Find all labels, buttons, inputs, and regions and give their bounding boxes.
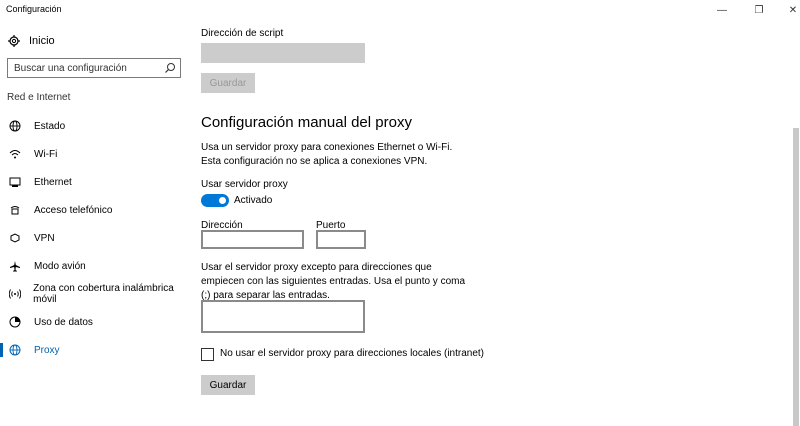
scrollbar[interactable] (792, 20, 800, 426)
sidebar-item-label: Modo avión (34, 260, 86, 272)
sidebar-item-proxy[interactable]: Proxy (0, 336, 190, 364)
sidebar-item-label: Ethernet (34, 176, 72, 188)
use-proxy-toggle[interactable] (201, 194, 229, 207)
close-button[interactable]: ✕ (776, 0, 800, 20)
minimize-icon: — (717, 4, 727, 16)
hotspot-icon (8, 287, 21, 301)
sidebar-item-label: Zona con cobertura inalámbrica móvil (33, 283, 174, 305)
gear-icon (8, 35, 20, 47)
maximize-icon: ❐ (754, 4, 764, 16)
window-title: Configuración (6, 4, 62, 14)
sidebar-item-ethernet[interactable]: Ethernet (0, 168, 190, 196)
nav-list: Estado Wi-Fi Ethernet Acceso telefónico … (0, 112, 190, 364)
sidebar-item-label: Uso de datos (34, 316, 93, 328)
sidebar-item-uso-datos[interactable]: Uso de datos (0, 308, 190, 336)
sidebar-item-wifi[interactable]: Wi-Fi (0, 140, 190, 168)
save-button[interactable]: Guardar (201, 375, 255, 395)
minimize-button[interactable]: — (705, 0, 739, 20)
sidebar-item-label: Estado (34, 120, 66, 132)
wifi-icon (8, 147, 22, 161)
search-input[interactable]: Buscar una configuración (7, 58, 181, 78)
airplane-icon (8, 259, 22, 273)
scrollbar-thumb[interactable] (793, 128, 799, 426)
main-content: Dirección de script Guardar Configuració… (201, 20, 781, 426)
script-address-label: Dirección de script (201, 28, 284, 39)
sidebar-item-modo-avion[interactable]: Modo avión (0, 252, 190, 280)
page-title: Configuración manual del proxy (201, 114, 412, 131)
sidebar-item-label: Proxy (34, 344, 60, 356)
sidebar-item-zona-cobertura[interactable]: Zona con cobertura inalámbrica móvil (0, 280, 190, 308)
exceptions-field[interactable] (201, 300, 365, 333)
sidebar: Inicio Buscar una configuración Red e In… (0, 20, 190, 426)
exceptions-description: Usar el servidor proxy excepto para dire… (201, 262, 466, 301)
use-proxy-label: Usar servidor proxy (201, 179, 288, 190)
ethernet-icon (8, 175, 22, 189)
bypass-local-label: No usar el servidor proxy para direccion… (220, 348, 485, 359)
sidebar-item-label: VPN (34, 232, 55, 244)
status-globe-icon (8, 119, 22, 133)
search-placeholder: Buscar una configuración (14, 63, 127, 74)
script-address-field (201, 43, 365, 63)
proxy-description: Usa un servidor proxy para conexiones Et… (201, 142, 453, 167)
title-bar: Configuración — ❐ ✕ (0, 0, 800, 20)
sidebar-item-vpn[interactable]: VPN (0, 224, 190, 252)
home-label: Inicio (29, 35, 55, 47)
sidebar-item-label: Wi-Fi (34, 148, 58, 160)
sidebar-item-estado[interactable]: Estado (0, 112, 190, 140)
section-label: Red e Internet (7, 92, 71, 103)
maximize-button[interactable]: ❐ (742, 0, 776, 20)
toggle-state-label: Activado (234, 195, 273, 206)
address-field[interactable] (201, 230, 304, 249)
dialup-icon (8, 203, 22, 217)
port-field[interactable] (316, 230, 366, 249)
data-usage-icon (8, 315, 22, 329)
bypass-local-checkbox[interactable] (201, 348, 214, 361)
save-script-button: Guardar (201, 73, 255, 93)
sidebar-item-label: Acceso telefónico (34, 204, 113, 216)
search-icon (165, 63, 175, 73)
home-link[interactable]: Inicio (8, 34, 55, 48)
globe-icon (8, 343, 22, 357)
close-icon: ✕ (788, 4, 798, 16)
vpn-icon (8, 231, 22, 245)
sidebar-item-acceso-telefonico[interactable]: Acceso telefónico (0, 196, 190, 224)
